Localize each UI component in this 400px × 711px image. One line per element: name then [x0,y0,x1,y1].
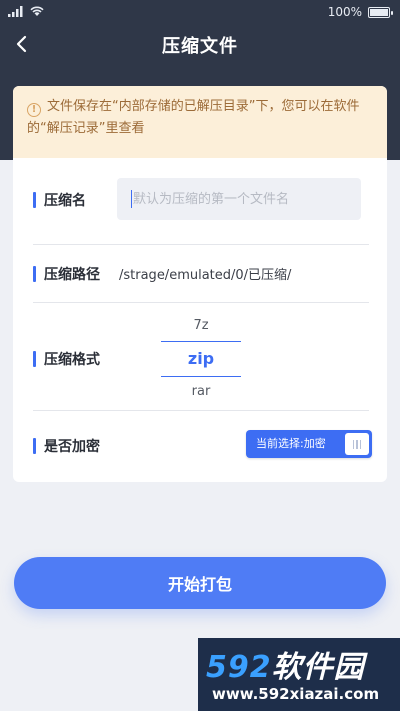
wifi-icon [30,6,44,16]
format-picker[interactable]: 7z zip rar [161,311,241,407]
watermark-url: www.592xiazai.com [212,685,380,703]
divider [33,410,369,411]
encrypt-toggle[interactable]: 当前选择:加密 [246,430,372,458]
name-row: 压缩名 [33,178,369,220]
battery-icon [368,6,393,18]
battery-percent: 100% [327,5,362,19]
name-input[interactable] [117,178,361,220]
label-bar [33,192,36,208]
watermark-brand: 软件园 [271,650,365,685]
site-watermark-logo: 592软件园 www.592xiazai.com [198,638,400,711]
page-title: 压缩文件 [162,36,238,57]
status-bar: 100% [0,4,400,22]
notice-text: 文件保存在“内部存储的已解压目录”下，您可以在软件的“解压记录”里查看 [27,99,360,136]
start-packing-button[interactable]: 开始打包 [14,557,386,609]
format-row: 压缩格式 7z zip rar [33,311,369,407]
nav-bar: 压缩文件 [0,28,400,60]
encrypt-row: 是否加密 当前选择:加密 [33,430,372,458]
label-bar [33,351,36,367]
encrypt-toggle-text: 当前选择:加密 [256,437,326,450]
encrypt-label: 是否加密 [33,436,100,456]
text-caret [131,190,132,208]
format-option-7z[interactable]: 7z [161,311,241,341]
path-row: 压缩路径 /strage/emulated/0/已压缩/ [33,263,369,285]
divider [33,302,369,303]
format-option-rar[interactable]: rar [161,377,241,407]
format-option-zip-selected[interactable]: zip [161,341,241,377]
watermark-number: 592 [206,650,272,685]
path-value: /strage/emulated/0/已压缩/ [119,268,292,283]
divider [33,244,369,245]
format-label: 压缩格式 [33,349,100,369]
label-bar [33,266,36,282]
toggle-knob[interactable] [345,433,369,455]
path-label: 压缩路径 [33,264,100,284]
label-bar [33,438,36,454]
signal-icon [8,6,23,17]
name-label: 压缩名 [33,190,86,210]
save-location-notice: ! 文件保存在“内部存储的已解压目录”下，您可以在软件的“解压记录”里查看 [13,86,387,158]
compress-form-card: ! 文件保存在“内部存储的已解压目录”下，您可以在软件的“解压记录”里查看 压缩名… [13,86,387,482]
info-icon: ! [27,103,41,117]
